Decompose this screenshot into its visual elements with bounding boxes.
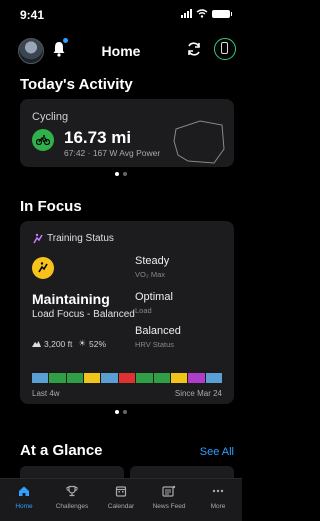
history-segment <box>188 373 205 383</box>
status-icons <box>181 9 232 18</box>
tab-calendar[interactable]: Calendar <box>97 479 145 521</box>
activity-distance: 16.73 mi <box>64 128 132 147</box>
home-icon <box>19 486 29 496</box>
sync-icon[interactable] <box>186 41 202 57</box>
pager-dot[interactable] <box>123 410 127 414</box>
activity-pager <box>0 172 242 176</box>
see-all-link[interactable]: See All <box>200 446 234 458</box>
history-segment <box>66 373 84 383</box>
mountain-icon <box>32 341 41 347</box>
acclimation-row: 3,200 ft ☀ 52% <box>32 338 106 349</box>
section-title-glance: At a Glance <box>20 442 103 459</box>
history-segment <box>136 373 153 383</box>
watch-icon <box>221 42 228 54</box>
battery-icon <box>212 9 232 18</box>
tab-news-feed[interactable]: News Feed <box>145 479 193 521</box>
pager-dot[interactable] <box>115 410 119 414</box>
hrv-label: HRV Status <box>135 340 175 349</box>
period-start-label: Last 4w <box>32 389 60 398</box>
training-status-icon <box>33 233 43 244</box>
page-title: Home <box>101 43 141 59</box>
history-segment <box>101 373 118 383</box>
device-button[interactable] <box>214 38 236 60</box>
load-status: Optimal <box>135 291 173 303</box>
training-history-bar <box>32 373 222 383</box>
vo2max-label: VO₂ Max <box>135 270 165 279</box>
calendar-icon <box>115 486 127 497</box>
training-status-title: Training Status <box>47 233 114 244</box>
activity-card[interactable]: Cycling 16.73 mi 67:42 · 167 W Avg Power <box>20 99 234 167</box>
tab-label: News Feed <box>152 503 186 510</box>
tab-bar: Home Challenges Calendar News Feed More <box>0 478 242 521</box>
more-icon <box>212 489 224 493</box>
load-focus: Load Focus - Balanced <box>32 309 135 320</box>
activity-detail: 67:42 · 167 W Avg Power <box>64 148 161 158</box>
tab-label: More <box>210 503 226 510</box>
heat-value: 52% <box>88 338 106 349</box>
status-bar: 9:41 <box>0 0 242 28</box>
training-status-card[interactable]: Training Status Maintaining Load Focus -… <box>20 221 234 404</box>
focus-pager <box>0 410 242 414</box>
tab-label: Challenges <box>55 503 89 510</box>
pager-dot[interactable] <box>123 172 127 176</box>
status-time: 9:41 <box>20 8 45 22</box>
activity-type: Cycling <box>32 111 69 123</box>
wifi-icon <box>196 9 208 18</box>
tab-more[interactable]: More <box>194 479 242 521</box>
altitude-value: 3,200 ft <box>44 338 73 349</box>
history-segment <box>170 373 188 383</box>
signal-icon <box>181 9 192 18</box>
history-segment <box>153 373 170 383</box>
challenges-icon <box>66 485 78 497</box>
tab-challenges[interactable]: Challenges <box>48 479 96 521</box>
news-feed-icon <box>162 485 176 497</box>
pager-dot[interactable] <box>115 172 119 176</box>
tab-home[interactable]: Home <box>0 479 48 521</box>
history-segment <box>84 373 101 383</box>
top-nav: Home <box>0 30 242 66</box>
history-segment <box>49 373 66 383</box>
section-title-activity: Today's Activity <box>20 76 133 93</box>
training-status-badge-icon <box>32 257 54 279</box>
load-label: Load <box>135 306 152 315</box>
section-title-focus: In Focus <box>20 198 82 215</box>
cycling-icon <box>32 129 54 151</box>
period-end-label: Since Mar 24 <box>174 389 222 398</box>
sun-icon: ☀ <box>78 338 86 348</box>
tab-label: Calendar <box>107 503 135 510</box>
history-segment <box>32 373 49 383</box>
hrv-status: Balanced <box>135 325 181 337</box>
history-segment <box>205 373 222 383</box>
history-segment <box>118 373 136 383</box>
vo2max-status: Steady <box>135 255 170 267</box>
tab-label: Home <box>15 503 33 510</box>
training-status-value: Maintaining <box>32 291 110 307</box>
route-map-icon <box>173 120 225 164</box>
